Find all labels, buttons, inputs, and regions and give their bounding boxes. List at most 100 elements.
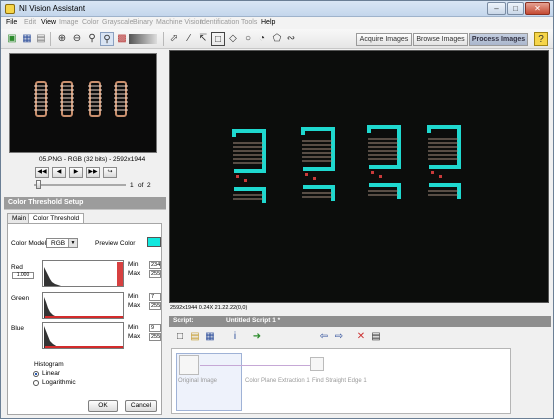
- oval-tool-icon[interactable]: ○: [241, 32, 255, 46]
- cancel-button[interactable]: Cancel: [125, 400, 157, 412]
- image-slider-track[interactable]: [34, 184, 126, 186]
- main-toolbar: ▣ ▦ ▤ ⊕ ⊖ ⚲ ⚲ ▩ ⬀ ∕ ↸ □ ◇ ○ ◔ ⬠ ∾ Acquir…: [1, 29, 553, 49]
- acquire-images-button[interactable]: Acquire Images: [356, 33, 412, 46]
- zoom-in-icon[interactable]: ⊕: [55, 32, 69, 46]
- maximize-button[interactable]: □: [507, 2, 524, 15]
- page-total: 2: [147, 182, 151, 189]
- red-min-input[interactable]: 234: [149, 261, 161, 269]
- blue-min-label: Min: [128, 324, 139, 331]
- open-script-icon[interactable]: ▤: [188, 330, 202, 344]
- blue-histogram-graph: [44, 326, 123, 348]
- step-find-straight-edge[interactable]: Find Straight Edge 1: [312, 378, 367, 384]
- red-histogram[interactable]: [42, 260, 124, 287]
- line-tool-icon[interactable]: ∕: [182, 32, 196, 46]
- blue-min-input[interactable]: 9: [149, 324, 161, 332]
- minimize-button[interactable]: –: [487, 2, 506, 15]
- polyline-tool-icon[interactable]: ↸: [196, 32, 210, 46]
- green-channel-label: Green: [11, 295, 30, 302]
- app-window: NI Vision Assistant – □ ✕ File Edit View…: [0, 0, 554, 419]
- new-script-icon[interactable]: □: [173, 330, 187, 344]
- app-icon: [5, 4, 15, 14]
- histogram-scale-label: Histogram: [34, 361, 64, 368]
- print-icon[interactable]: ▤: [34, 32, 48, 46]
- green-max-label: Max: [128, 302, 141, 309]
- menu-view[interactable]: View: [41, 19, 56, 26]
- menu-identification[interactable]: Identification: [200, 19, 239, 26]
- menu-machine-vision[interactable]: Machine Vision: [156, 19, 203, 26]
- rotated-rectangle-tool-icon[interactable]: ◇: [226, 32, 240, 46]
- image-info-label: 05.PNG - RGB (32 bits) - 2592x1944: [39, 156, 146, 163]
- script-steps-area: Original Image Color Plane Extraction 1 …: [171, 348, 511, 414]
- freehand-tool-icon[interactable]: ∾: [284, 32, 298, 46]
- blue-histogram[interactable]: [42, 322, 124, 349]
- move-right-icon[interactable]: ⇨: [332, 330, 346, 344]
- menu-tools[interactable]: Tools: [241, 19, 257, 26]
- blue-channel-label: Blue: [11, 325, 25, 332]
- rectangle-tool-icon[interactable]: □: [211, 32, 225, 46]
- page-current: 1: [130, 182, 134, 189]
- preview-color-swatch[interactable]: [147, 237, 161, 247]
- menu-color[interactable]: Color: [82, 19, 99, 26]
- window-title: NI Vision Assistant: [19, 4, 86, 13]
- step-original-image[interactable]: Original Image: [178, 378, 217, 384]
- blue-max-input[interactable]: 255: [149, 333, 161, 341]
- color-model-label: Color Model: [11, 240, 47, 247]
- chevron-down-icon: ▼: [68, 239, 77, 247]
- image-thumbnail[interactable]: [9, 53, 157, 153]
- red-max-input[interactable]: 255: [149, 270, 161, 278]
- zoom-out-icon[interactable]: ⊖: [70, 32, 84, 46]
- viewer-status: 2592x1944 0.24X 21.22.22: [170, 305, 237, 311]
- acquire-icon[interactable]: ▣: [5, 32, 19, 46]
- ok-button[interactable]: OK: [88, 400, 118, 412]
- close-button[interactable]: ✕: [525, 2, 550, 15]
- menu-file[interactable]: File: [6, 19, 17, 26]
- thumbnail-graphic: [34, 81, 128, 117]
- save-script-icon[interactable]: ▦: [203, 330, 217, 344]
- polygon-tool-icon[interactable]: ⬠: [270, 32, 284, 46]
- zoom-fit-icon[interactable]: ⚲: [85, 32, 99, 46]
- green-histogram-graph: [44, 297, 123, 318]
- next-image-button[interactable]: ▶: [69, 167, 83, 178]
- browse-images-button[interactable]: Browse Images: [413, 33, 468, 46]
- image-viewer[interactable]: [169, 50, 549, 303]
- zoom-1to1-icon[interactable]: ⚲: [100, 32, 114, 46]
- save-icon[interactable]: ▦: [20, 32, 34, 46]
- color-model-select[interactable]: RGB ▼: [46, 238, 78, 248]
- menu-grayscale[interactable]: Grayscale: [102, 19, 134, 26]
- menu-binary[interactable]: Binary: [133, 19, 153, 26]
- blue-max-label: Max: [128, 333, 141, 340]
- find-straight-edge-step-icon: [310, 357, 324, 371]
- gradient-palette-icon[interactable]: [129, 34, 157, 44]
- info-icon[interactable]: i: [228, 330, 242, 344]
- annulus-tool-icon[interactable]: ◔: [255, 32, 269, 46]
- green-max-input[interactable]: 255: [149, 302, 161, 310]
- move-left-icon[interactable]: ⇦: [317, 330, 331, 344]
- help-icon[interactable]: ?: [534, 32, 548, 46]
- first-image-button[interactable]: ◀◀: [35, 167, 49, 178]
- menu-bar: File Edit View Image Color Grayscale Bin…: [1, 17, 553, 29]
- red-min-label: Min: [128, 261, 139, 268]
- palette-icon[interactable]: ▩: [115, 32, 129, 46]
- script-title: Untitled Script 1 *: [226, 317, 281, 324]
- menu-edit[interactable]: Edit: [24, 19, 36, 26]
- green-min-input[interactable]: 7: [149, 293, 161, 301]
- linear-radio[interactable]: [33, 371, 39, 377]
- edit-step-icon[interactable]: ▤: [369, 330, 383, 344]
- selection-tool-icon[interactable]: ⬀: [167, 32, 181, 46]
- step-color-plane-extraction[interactable]: Color Plane Extraction 1: [245, 378, 310, 384]
- color-model-value: RGB: [51, 240, 66, 247]
- green-histogram[interactable]: [42, 292, 124, 319]
- menu-help[interactable]: Help: [261, 19, 275, 26]
- prev-image-button[interactable]: ◀: [52, 167, 66, 178]
- run-once-icon[interactable]: ➜: [249, 330, 265, 344]
- histogram-zoom-field[interactable]: 1.000: [12, 272, 34, 279]
- processed-image: [232, 125, 461, 203]
- image-slider-thumb[interactable]: [36, 180, 41, 189]
- original-image-step-icon: [179, 355, 199, 375]
- menu-image[interactable]: Image: [59, 19, 78, 26]
- last-image-button[interactable]: ▶▶: [86, 167, 100, 178]
- logarithmic-radio[interactable]: [33, 380, 39, 386]
- loop-button[interactable]: ↪: [103, 167, 117, 178]
- delete-step-icon[interactable]: ✕: [354, 330, 368, 344]
- process-images-button[interactable]: Process Images: [469, 33, 528, 46]
